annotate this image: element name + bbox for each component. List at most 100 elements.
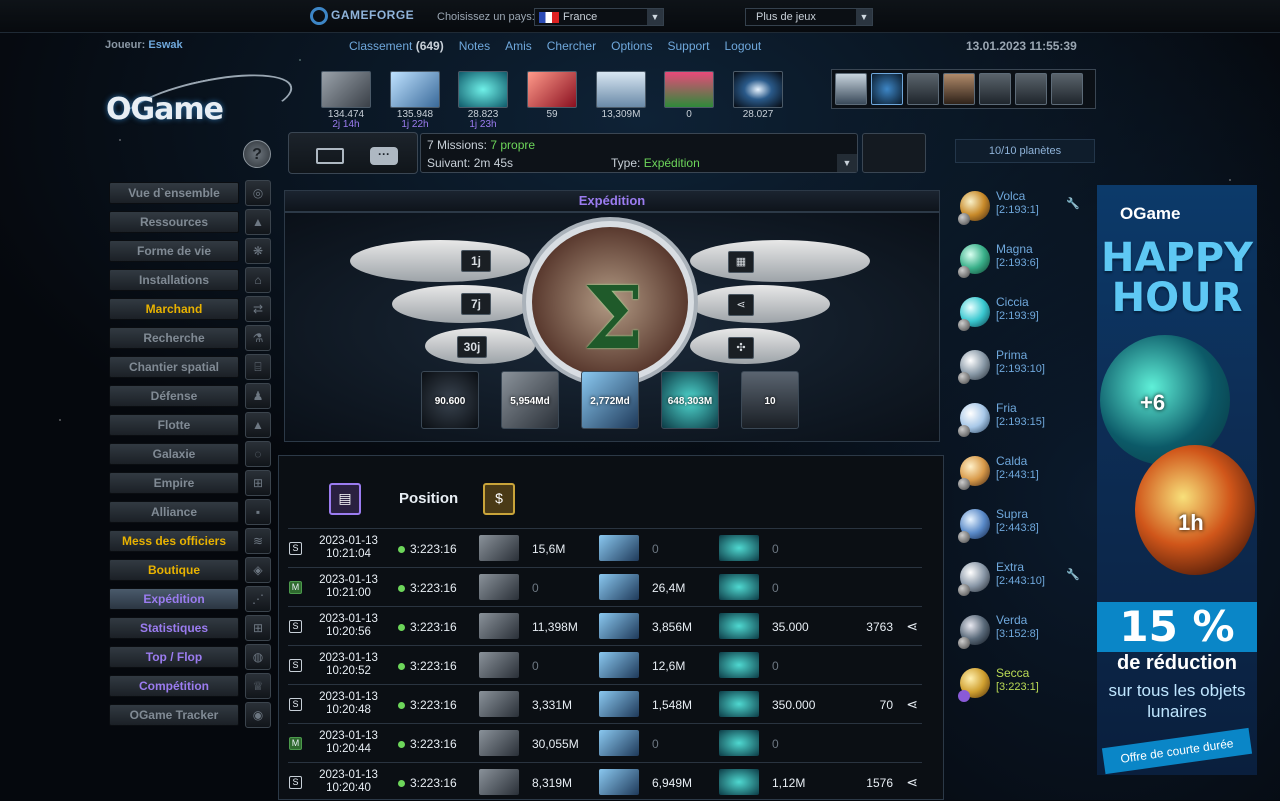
menu-item-top-flop[interactable]: Top / Flop [109, 646, 239, 668]
share-icon[interactable]: ⋖ [906, 618, 918, 635]
chevron-down-icon[interactable]: ▼ [837, 154, 857, 172]
period-7d-button[interactable]: 7j [461, 293, 491, 315]
menu-icon-button[interactable]: ⊞ [245, 615, 271, 641]
menu-item-d-fense[interactable]: Défense [109, 385, 239, 407]
planet-item-supra[interactable]: Supra [2:443:8] [958, 505, 1090, 558]
menu-item-ressources[interactable]: Ressources [109, 211, 239, 233]
menu-icon-button[interactable]: ⊞ [245, 470, 271, 496]
options-link[interactable]: Options [611, 39, 652, 53]
menu-icon-button[interactable]: ⚗ [245, 325, 271, 351]
menu-icon-button[interactable]: ❋ [245, 238, 271, 264]
moon-icon[interactable] [958, 690, 970, 702]
moon-icon[interactable] [958, 319, 970, 331]
commander-officer-icon[interactable] [835, 73, 867, 105]
menu-item-galaxie[interactable]: Galaxie [109, 443, 239, 465]
chart-icon[interactable]: ▦ [728, 251, 754, 273]
menu-item-statistiques[interactable]: Statistiques [109, 617, 239, 639]
search-link[interactable]: Chercher [547, 39, 596, 53]
moon-icon[interactable] [958, 531, 970, 543]
menu-icon-button[interactable]: ◈ [245, 557, 271, 583]
menu-icon-button[interactable]: ⋰ [245, 586, 271, 612]
gameforge-logo[interactable]: GAMEFORGE [310, 7, 414, 25]
class-officer-icon[interactable] [871, 73, 903, 105]
planet-item-fria[interactable]: Fria [2:193:15] [958, 399, 1090, 452]
menu-icon-button[interactable]: ▲ [245, 412, 271, 438]
planet-item-secca[interactable]: Secca [3:223:1] [958, 664, 1090, 717]
planet-item-volca[interactable]: Volca [2:193:1] 🔧 [958, 187, 1090, 240]
ranking-link[interactable]: Classement (649) [349, 39, 444, 53]
menu-icon-button[interactable]: ⇄ [245, 296, 271, 322]
row-position[interactable]: 3:223:16 [398, 542, 457, 556]
country-select[interactable]: France ▼ [534, 8, 664, 26]
menu-item-ogame-tracker[interactable]: OGame Tracker [109, 704, 239, 726]
moon-icon[interactable] [958, 425, 970, 437]
share-icon[interactable]: ⋖ [906, 774, 918, 791]
admiral-officer-icon[interactable] [907, 73, 939, 105]
ogame-logo[interactable]: OGame [106, 92, 224, 127]
resource-crystal[interactable]: 135.948 1j 22h [390, 71, 440, 130]
menu-item-recherche[interactable]: Recherche [109, 327, 239, 349]
row-position[interactable]: 3:223:16 [398, 737, 457, 751]
menu-icon-button[interactable]: ▲ [245, 209, 271, 235]
menu-item-flotte[interactable]: Flotte [109, 414, 239, 436]
notes-link[interactable]: Notes [459, 39, 490, 53]
row-position[interactable]: 3:223:16 [398, 776, 457, 790]
menu-item-boutique[interactable]: Boutique [109, 559, 239, 581]
planet-item-verda[interactable]: Verda [3:152:8] [958, 611, 1090, 664]
resource-deuterium[interactable]: 28.823 1j 23h [458, 71, 508, 130]
share-icon[interactable]: ⋖ [906, 696, 918, 713]
planet-item-prima[interactable]: Prima [2:193:10] [958, 346, 1090, 399]
planet-item-ciccia[interactable]: Ciccia [2:193:9] [958, 293, 1090, 346]
menu-item-mess-des-officiers[interactable]: Mess des officiers [109, 530, 239, 552]
menu-icon-button[interactable]: ▪ [245, 499, 271, 525]
row-position[interactable]: 3:223:16 [398, 659, 457, 673]
menu-item-vue-d-ensemble[interactable]: Vue d`ensemble [109, 182, 239, 204]
menu-icon-button[interactable]: ≋ [245, 528, 271, 554]
moon-icon[interactable] [958, 372, 970, 384]
menu-item-empire[interactable]: Empire [109, 472, 239, 494]
menu-icon-button[interactable]: ◎ [245, 180, 271, 206]
more-games-select[interactable]: Plus de jeux ▼ [745, 8, 873, 26]
money-bag-icon[interactable]: $ [483, 483, 515, 515]
menu-icon-button[interactable]: ⌂ [245, 267, 271, 293]
planet-item-extra[interactable]: Extra [2:443:10] 🔧 [958, 558, 1090, 611]
logout-link[interactable]: Logout [725, 39, 762, 53]
share-icon[interactable]: ⋖ [728, 294, 754, 316]
engineer-officer-icon[interactable] [943, 73, 975, 105]
player-name[interactable]: Eswak [148, 39, 182, 51]
resource-dark-matter[interactable]: 28.027 [733, 71, 783, 120]
moon-icon[interactable] [958, 584, 970, 596]
menu-icon-button[interactable]: ◉ [245, 702, 271, 728]
row-position[interactable]: 3:223:16 [398, 581, 457, 595]
row-position[interactable]: 3:223:16 [398, 698, 457, 712]
menu-item-exp-dition[interactable]: Expédition [109, 588, 239, 610]
menu-item-installations[interactable]: Installations [109, 269, 239, 291]
planet-item-magna[interactable]: Magna [2:193:6] [958, 240, 1090, 293]
menu-icon-button[interactable]: ◌ [245, 441, 271, 467]
geologist-officer-icon[interactable] [979, 73, 1011, 105]
menu-icon-button[interactable]: ◍ [245, 644, 271, 670]
collector-officer-icon[interactable] [1051, 73, 1083, 105]
resource-population[interactable]: 13,309M [596, 71, 646, 120]
menu-item-alliance[interactable]: Alliance [109, 501, 239, 523]
friends-link[interactable]: Amis [505, 39, 532, 53]
technocrat-officer-icon[interactable] [1015, 73, 1047, 105]
menu-item-forme-de-vie[interactable]: Forme de vie [109, 240, 239, 262]
menu-icon-button[interactable]: ⌸ [245, 354, 271, 380]
planet-item-calda[interactable]: Calda [2:443:1] [958, 452, 1090, 505]
menu-item-chantier-spatial[interactable]: Chantier spatial [109, 356, 239, 378]
resource-metal[interactable]: 134.474 2j 14h [321, 71, 371, 130]
moon-icon[interactable] [958, 478, 970, 490]
menu-item-marchand[interactable]: Marchand [109, 298, 239, 320]
menu-icon-button[interactable]: ♕ [245, 673, 271, 699]
menu-icon-button[interactable]: ♟ [245, 383, 271, 409]
resource-energy[interactable]: 59 [527, 71, 577, 120]
moon-icon[interactable] [958, 266, 970, 278]
period-30d-button[interactable]: 30j [457, 336, 487, 358]
chat-icon[interactable]: ··· [370, 147, 398, 165]
period-1d-button[interactable]: 1j [461, 250, 491, 272]
support-link[interactable]: Support [667, 39, 709, 53]
menu-item-comp-tition[interactable]: Compétition [109, 675, 239, 697]
row-position[interactable]: 3:223:16 [398, 620, 457, 634]
settings-icon[interactable]: ✣ [728, 337, 754, 359]
